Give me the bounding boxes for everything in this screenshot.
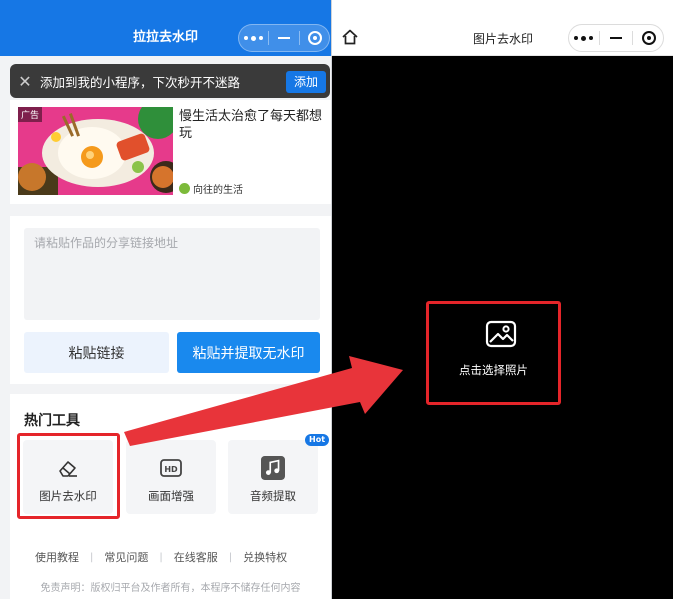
- select-photo-button[interactable]: 点击选择照片: [426, 301, 561, 405]
- add-miniprogram-toast: ✕ 添加到我的小程序，下次秒开不迷路 添加: [10, 64, 330, 98]
- music-icon: [261, 456, 285, 480]
- image-watermark-window: 图片去水印 点击选择照片: [331, 0, 673, 599]
- main-window: 拉拉去水印 广告 慢生活太治愈了每天都想玩 向往的生活 ✕ 添加到我的小程序，下…: [0, 0, 331, 599]
- footer-link-tutorial[interactable]: 使用教程: [35, 549, 79, 565]
- close-target-icon[interactable]: [636, 28, 662, 48]
- paste-extract-button[interactable]: 粘贴并提取无水印: [177, 332, 320, 373]
- ad-title[interactable]: 慢生活太治愈了每天都想玩: [179, 108, 327, 142]
- highlight-box: [17, 433, 120, 519]
- hot-tools-title: 热门工具: [24, 413, 80, 429]
- image-icon: [485, 320, 517, 348]
- ad-brand[interactable]: 向往的生活: [179, 181, 243, 196]
- title-bar: 拉拉去水印: [0, 0, 331, 56]
- hot-badge: Hot: [305, 434, 330, 446]
- ad-image[interactable]: 广告: [18, 107, 173, 195]
- tool-label: 音频提取: [250, 489, 296, 503]
- paste-link-button[interactable]: 粘贴链接: [24, 332, 169, 373]
- screen: 拉拉去水印 广告 慢生活太治愈了每天都想玩 向往的生活 ✕ 添加到我的小程序，下…: [0, 0, 673, 599]
- footer-links: 使用教程 | 常见问题 | 在线客服 | 兑换特权: [35, 549, 288, 565]
- close-target-icon[interactable]: [302, 28, 328, 48]
- ad-tag: 广告: [18, 107, 43, 122]
- svg-text:HD: HD: [164, 465, 178, 474]
- more-icon[interactable]: [240, 28, 266, 48]
- title-bar: 图片去水印: [332, 0, 673, 56]
- footer-link-faq[interactable]: 常见问题: [104, 549, 148, 565]
- add-button[interactable]: 添加: [285, 71, 326, 93]
- menu-capsule: [238, 24, 330, 52]
- ad-card[interactable]: 广告 慢生活太治愈了每天都想玩 向往的生活: [10, 100, 331, 204]
- minimize-icon[interactable]: [271, 28, 297, 48]
- menu-capsule: [568, 24, 664, 52]
- link-input-placeholder: 请粘贴作品的分享链接地址: [34, 236, 179, 250]
- more-icon[interactable]: [570, 28, 596, 48]
- paste-card: 请粘贴作品的分享链接地址 粘贴链接 粘贴并提取无水印: [10, 216, 331, 384]
- select-photo-label: 点击选择照片: [459, 363, 528, 377]
- minimize-icon[interactable]: [603, 28, 629, 48]
- tool-label: 画面增强: [148, 489, 194, 503]
- disclaimer: 免责声明：版权归平台及作者所有，本程序不储存任何内容: [40, 583, 301, 594]
- footer-link-support[interactable]: 在线客服: [174, 549, 218, 565]
- link-input[interactable]: 请粘贴作品的分享链接地址: [24, 228, 320, 320]
- hd-icon: HD: [159, 456, 183, 480]
- tool-image-enhance[interactable]: HD 画面增强: [126, 440, 216, 514]
- tool-audio-extract[interactable]: 音频提取: [228, 440, 318, 514]
- brand-logo-icon: [179, 183, 190, 194]
- footer-link-redeem[interactable]: 兑换特权: [243, 549, 287, 565]
- close-icon[interactable]: ✕: [10, 72, 40, 91]
- ad-brand-name: 向往的生活: [193, 185, 243, 196]
